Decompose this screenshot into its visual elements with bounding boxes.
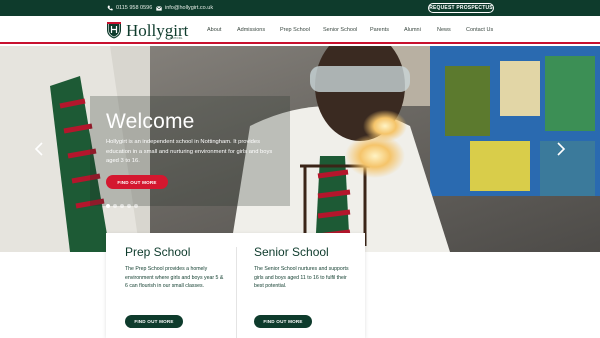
slider-dot[interactable] [134,204,138,208]
slider-dot[interactable] [127,204,131,208]
prep-find-out-more-button[interactable]: FIND OUT MORE [125,315,183,328]
nav-senior-school[interactable]: Senior School [323,27,357,35]
school-sections-card: Prep School The Prep School provides a h… [106,233,365,338]
nav-prep-school[interactable]: Prep School [280,27,310,35]
senior-find-out-more-button[interactable]: FIND OUT MORE [254,315,312,328]
senior-school-title: Senior School [254,245,329,259]
brand-name: Hollygirt [126,20,189,40]
chevron-right-icon[interactable] [556,142,566,156]
phone-link[interactable]: 0115 958 0596 [106,3,152,13]
senior-school-text: The Senior School nurtures and supports … [254,266,349,289]
prep-school-title: Prep School [125,245,191,259]
nav-admissions[interactable]: Admissions [237,27,265,35]
request-prospectus-button[interactable]: REQUEST PROSPECTUS [428,3,494,13]
hero-find-out-more-button[interactable]: FIND OUT MORE [106,175,168,189]
slider-dots [106,204,138,208]
brand-sub: SCHOOL [170,37,183,40]
nav-contact-us[interactable]: Contact Us [466,27,493,35]
nav-alumni[interactable]: Alumni [404,27,421,35]
nav-parents[interactable]: Parents [370,27,389,35]
phone-icon [106,5,113,12]
card-divider [236,247,237,338]
hero-slider: Welcome Hollygirt is an independent scho… [0,46,600,252]
hero-image [0,46,600,252]
email-icon [155,5,162,12]
slider-dot[interactable] [120,204,124,208]
crest-icon [107,22,121,39]
phone-number: 0115 958 0596 [116,5,153,11]
email-address: info@hollygirt.co.uk [165,5,214,11]
chevron-left-icon[interactable] [34,142,44,156]
slider-dot[interactable] [106,204,110,208]
email-link[interactable]: info@hollygirt.co.uk [155,3,213,13]
prep-school-text: The Prep School provides a homely enviro… [125,266,224,289]
nav-news[interactable]: News [437,27,451,35]
nav-about[interactable]: About [207,27,221,35]
top-bar: 0115 958 0596 info@hollygirt.co.uk REQUE… [0,0,600,16]
hero-text: Hollygirt is an independent school in No… [106,139,273,164]
logo[interactable]: Hollygirt SCHOOL [106,20,189,40]
slider-dot[interactable] [113,204,117,208]
hero-title: Welcome [106,110,195,133]
